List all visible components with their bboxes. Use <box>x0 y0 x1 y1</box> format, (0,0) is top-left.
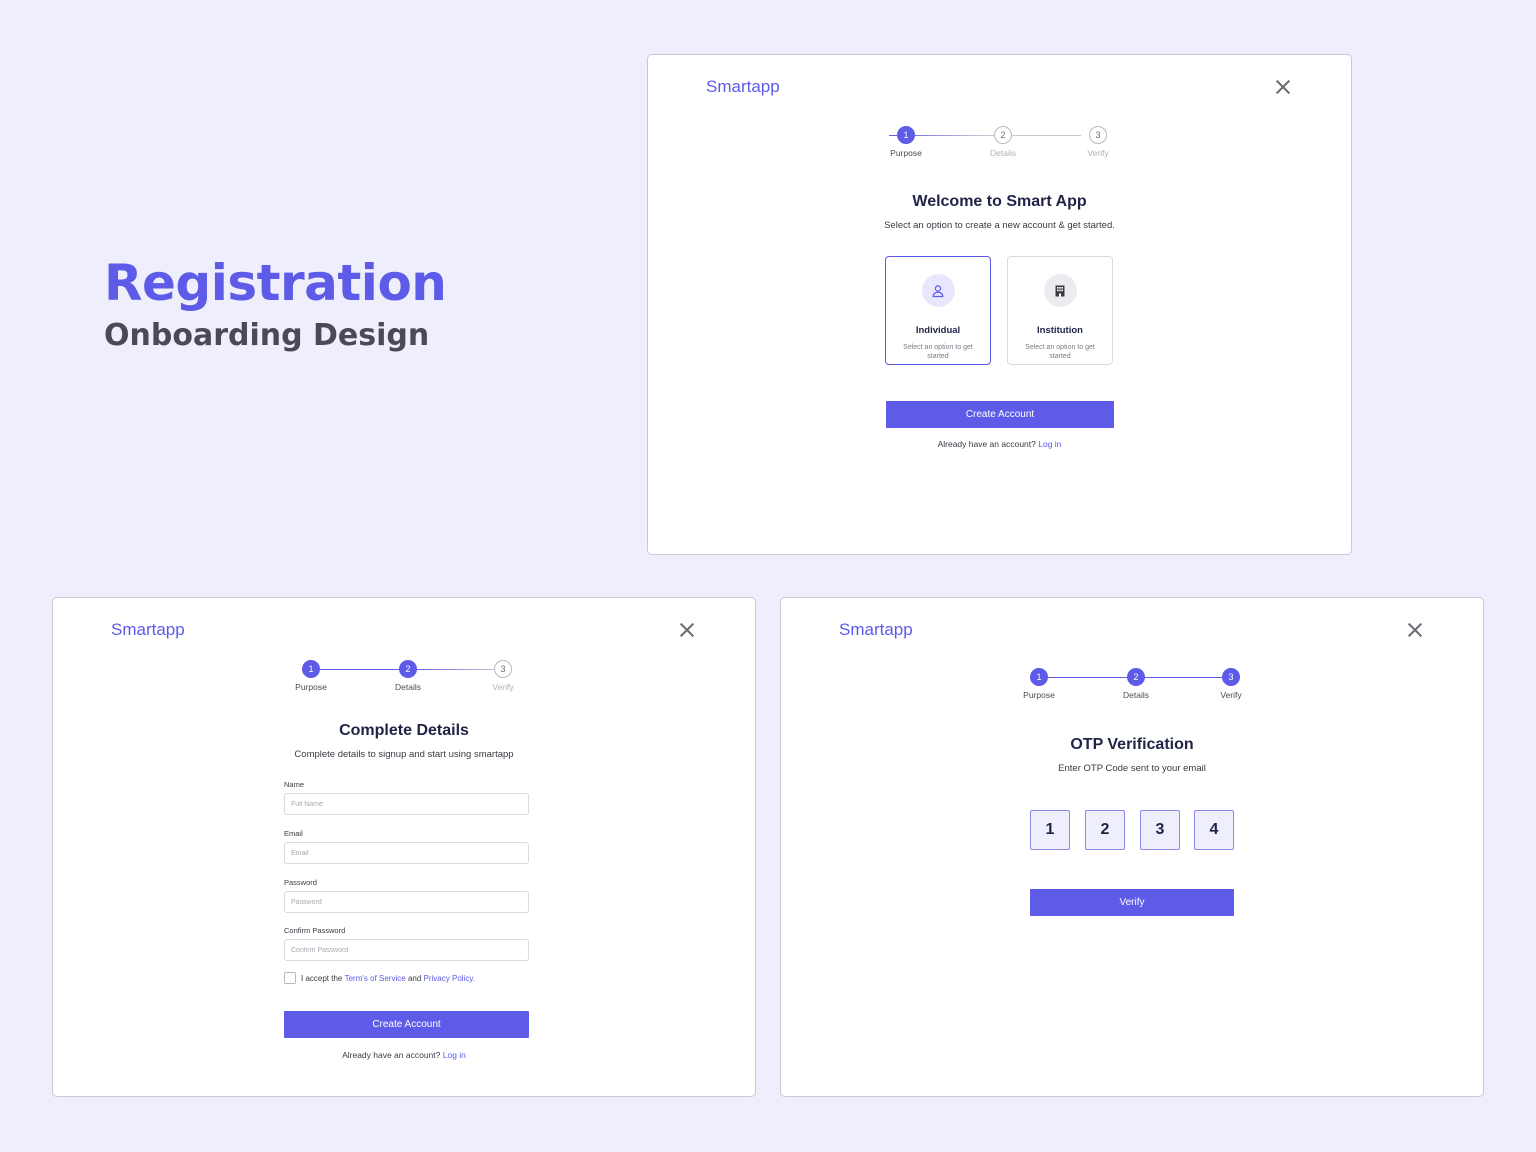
step-number: 2 <box>1127 668 1145 686</box>
name-input[interactable] <box>284 793 529 815</box>
password-field: Password <box>284 878 529 913</box>
field-label: Password <box>284 878 317 887</box>
step-details: 2 Details <box>373 660 443 692</box>
step-number: 3 <box>494 660 512 678</box>
stepper: 1 Purpose 2 Details 3 Verify <box>285 660 525 700</box>
login-prompt: Already have an account? Log in <box>53 1050 755 1060</box>
building-icon <box>1043 274 1077 307</box>
option-individual[interactable]: Individual Select an option to get start… <box>885 256 991 365</box>
option-name: Institution <box>1037 325 1083 336</box>
field-label: Name <box>284 780 305 789</box>
step-label: Verify <box>492 682 514 692</box>
terms-row: I accept the Term's of Service and Priva… <box>284 972 475 984</box>
option-description: Select an option to get started <box>903 344 973 360</box>
step-purpose: 1 Purpose <box>276 660 346 692</box>
otp-digit-1[interactable]: 1 <box>1030 810 1070 850</box>
step-number: 1 <box>302 660 320 678</box>
login-link[interactable]: Log in <box>443 1050 466 1060</box>
login-prompt: Already have an account? Log in <box>648 439 1351 449</box>
otp-digit-4[interactable]: 4 <box>1194 810 1234 850</box>
page-title: OTP Verification <box>1070 736 1194 753</box>
step-details: 2 Details <box>968 126 1038 158</box>
step-label: Verify <box>1087 148 1109 158</box>
otp-digit-2[interactable]: 2 <box>1085 810 1125 850</box>
step-details: 2 Details <box>1101 668 1171 700</box>
email-field: Email <box>284 829 529 864</box>
terms-of-service-link[interactable]: Term's of Service <box>345 974 406 983</box>
step-label: Purpose <box>1023 690 1055 700</box>
step-label: Purpose <box>890 148 922 158</box>
stepper: 1 Purpose 2 Details 3 Verify <box>880 126 1120 166</box>
purpose-screen: Smartapp 1 Purpose 2 Details 3 Verify We… <box>647 54 1352 555</box>
step-number: 1 <box>897 126 915 144</box>
page-subtitle: Enter OTP Code sent to your email <box>1058 763 1206 774</box>
page-subtitle: Complete details to signup and start usi… <box>294 749 514 760</box>
user-icon <box>921 274 955 307</box>
terms-and: and <box>407 973 422 983</box>
brand-logo: Smartapp <box>839 620 913 639</box>
step-number: 3 <box>1222 668 1240 686</box>
page-subtitle: Select an option to create a new account… <box>884 220 1115 231</box>
step-number: 2 <box>994 126 1012 144</box>
privacy-policy-link[interactable]: Privacy Policy. <box>424 974 475 983</box>
email-input[interactable] <box>284 842 529 864</box>
name-field: Name <box>284 780 529 815</box>
step-number: 2 <box>399 660 417 678</box>
confirm-password-field: Confirm Password <box>284 926 529 961</box>
verify-screen: Smartapp 1 Purpose 2 Details 3 Verify OT… <box>780 597 1484 1097</box>
hero-title: Registration <box>104 254 447 312</box>
field-label: Confirm Password <box>284 926 346 935</box>
option-institution[interactable]: Institution Select an option to get star… <box>1007 256 1113 365</box>
step-label: Details <box>395 682 421 692</box>
stepper: 1 Purpose 2 Details 3 Verify <box>1013 668 1253 708</box>
option-description: Select an option to get started <box>1025 344 1095 360</box>
confirm-password-input[interactable] <box>284 939 529 961</box>
field-label: Email <box>284 829 303 838</box>
terms-checkbox[interactable] <box>284 972 296 984</box>
step-purpose: 1 Purpose <box>1004 668 1074 700</box>
hero: Registration Onboarding Design <box>104 252 447 356</box>
step-label: Details <box>1123 690 1149 700</box>
page-title: Complete Details <box>339 722 469 739</box>
brand-logo: Smartapp <box>111 620 185 639</box>
step-label: Verify <box>1220 690 1242 700</box>
page-title: Welcome to Smart App <box>912 193 1087 210</box>
step-verify: 3 Verify <box>468 660 538 692</box>
step-label: Purpose <box>295 682 327 692</box>
login-link[interactable]: Log in <box>1038 439 1061 449</box>
step-verify: 3 Verify <box>1196 668 1266 700</box>
option-name: Individual <box>915 325 961 336</box>
create-account-button[interactable]: Create Account <box>284 1011 529 1038</box>
verify-button[interactable]: Verify <box>1030 889 1234 916</box>
login-prompt-text: Already have an account? <box>937 439 1036 449</box>
step-purpose: 1 Purpose <box>871 126 941 158</box>
step-verify: 3 Verify <box>1063 126 1133 158</box>
step-number: 1 <box>1030 668 1048 686</box>
close-icon[interactable] <box>1405 620 1425 640</box>
password-input[interactable] <box>284 891 529 913</box>
otp-digit-3[interactable]: 3 <box>1140 810 1180 850</box>
step-number: 3 <box>1089 126 1107 144</box>
terms-prefix: I accept the <box>301 973 343 983</box>
close-icon[interactable] <box>677 620 697 640</box>
hero-subtitle: Onboarding Design <box>104 318 430 353</box>
close-icon[interactable] <box>1273 77 1293 97</box>
login-prompt-text: Already have an account? <box>342 1050 441 1060</box>
details-screen: Smartapp 1 Purpose 2 Details 3 Verify Co… <box>52 597 756 1097</box>
create-account-button[interactable]: Create Account <box>886 401 1114 428</box>
brand-logo: Smartapp <box>706 77 780 96</box>
step-label: Details <box>990 148 1016 158</box>
